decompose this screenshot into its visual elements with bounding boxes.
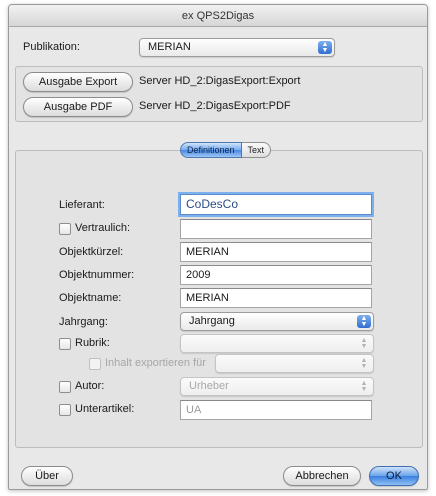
tab-definitionen[interactable]: Definitionen [180,142,242,158]
cancel-button[interactable]: Abbrechen [283,466,361,486]
tab-bar: Definitionen Text [180,142,272,158]
publication-label: Publikation: [23,41,80,53]
objektname-field[interactable]: MERIAN [180,288,372,308]
export-output-button[interactable]: Ausgabe Export [23,72,133,92]
rubrik-select[interactable]: ▲ ▼ [180,334,374,353]
updown-arrows-icon: ▲ ▼ [360,357,368,370]
about-button[interactable]: Über [21,466,73,486]
unterartikel-checkbox[interactable] [59,404,71,416]
dialog-window: ex QPS2Digas Publikation: MERIAN ▲ ▼ Ausg… [8,4,428,490]
vertraulich-field[interactable] [180,219,372,239]
objektkuerzel-label: Objektkürzel: [59,246,124,258]
tab-text[interactable]: Text [241,142,272,158]
vertraulich-checkbox[interactable] [59,223,71,235]
export-path: Server HD_2:DigasExport:Export [139,75,301,87]
pdf-path: Server HD_2:DigasExport:PDF [139,100,291,112]
window-title: ex QPS2Digas [9,5,427,27]
unterartikel-field[interactable]: UA [180,400,372,420]
autor-checkbox[interactable] [59,381,71,393]
objektnummer-field[interactable]: 2009 [180,265,372,285]
autor-label: Autor: [75,380,105,392]
objektkuerzel-field[interactable]: MERIAN [180,242,372,262]
updown-arrows-icon: ▲ ▼ [357,315,371,328]
jahrgang-label: Jahrgang: [59,316,108,328]
autor-select-value: Urheber [189,380,229,392]
updown-arrows-icon: ▲ ▼ [360,337,368,350]
pdf-output-button[interactable]: Ausgabe PDF [23,97,133,117]
unterartikel-label: Unterartikel: [75,403,135,415]
jahrgang-select-value: Jahrgang [189,315,235,327]
lieferant-label: Lieferant: [59,199,105,211]
objektnummer-label: Objektnummer: [59,269,135,281]
updown-arrows-icon: ▲ ▼ [360,380,368,393]
lieferant-field[interactable]: CoDesCo [180,194,372,215]
inhalt-checkbox[interactable] [89,358,101,370]
jahrgang-select[interactable]: Jahrgang ▲ ▼ [180,312,374,331]
ok-button[interactable]: OK [369,466,419,486]
publication-select[interactable]: MERIAN ▲ ▼ [139,38,335,57]
publication-select-value: MERIAN [148,41,191,53]
autor-select[interactable]: Urheber ▲ ▼ [180,377,374,396]
rubrik-checkbox[interactable] [59,338,71,350]
rubrik-label: Rubrik: [75,337,110,349]
inhalt-label: Inhalt exportieren für [105,357,206,369]
vertraulich-label: Vertraulich: [75,222,131,234]
updown-arrows-icon: ▲ ▼ [318,41,332,54]
inhalt-select[interactable]: ▲ ▼ [215,354,374,373]
objektname-label: Objektname: [59,292,122,304]
